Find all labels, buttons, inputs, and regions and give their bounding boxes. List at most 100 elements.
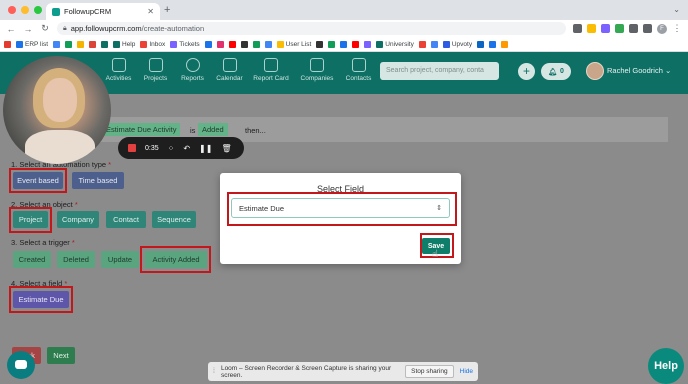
chevron-down-icon: ⌄ [664, 66, 672, 75]
bookmark-tickets[interactable]: Tickets [170, 40, 200, 48]
add-plus-icon[interactable]: + [518, 63, 535, 80]
bookmark-icon[interactable] [316, 40, 324, 48]
summary-is-text: is [190, 126, 196, 135]
chevron-down-icon[interactable]: ⌄ [673, 5, 680, 14]
bookmark-icon[interactable] [418, 40, 426, 48]
bookmark-icon[interactable] [53, 40, 60, 48]
main-nav: Activities Projects Reports Calendar Rep… [100, 58, 377, 82]
upvoty-icon [442, 40, 450, 48]
tab-title: FollowupCRM [64, 7, 112, 16]
bookmarks-bar: ERP list Help Inbox Tickets User List Un… [0, 37, 688, 52]
required-mark: * [71, 238, 75, 247]
nav-reports[interactable]: Reports [174, 58, 211, 82]
contact-button[interactable]: Contact [106, 211, 146, 228]
close-window-button[interactable] [8, 6, 16, 14]
bookmark-label: Help [122, 40, 136, 48]
update-button[interactable]: Update [101, 251, 139, 268]
bookmark-icon[interactable] [364, 40, 372, 48]
pause-icon[interactable]: ❚❚ [199, 144, 212, 153]
event-based-button[interactable]: Event based [13, 172, 63, 189]
nav-projects[interactable]: Projects [137, 58, 174, 82]
activity-added-button[interactable]: Activity Added [145, 251, 207, 268]
bookmark-user-list[interactable]: User List [276, 40, 312, 48]
bookmark-icon[interactable] [264, 40, 272, 48]
bookmark-icon[interactable] [204, 40, 212, 48]
bookmark-icon[interactable] [477, 40, 485, 48]
bookmark-icon[interactable] [228, 40, 236, 48]
deleted-button[interactable]: Deleted [57, 251, 95, 268]
reload-icon[interactable]: ↻ [40, 23, 50, 34]
drag-handle-icon[interactable]: ⁞ [213, 368, 215, 375]
profile-avatar[interactable]: F [657, 23, 667, 34]
loom-recorder-controls: 0:35 ⁘ ↶ ❚❚ 🗑︎ [118, 137, 244, 159]
bookmark-icon[interactable] [352, 40, 360, 48]
bookmark-help[interactable]: Help [113, 40, 136, 48]
bookmark-icon[interactable] [216, 40, 224, 48]
project-button[interactable]: Project [13, 211, 48, 228]
bookmark-university[interactable]: University [376, 40, 414, 48]
bookmark-icon[interactable] [4, 40, 11, 48]
bookmark-icon[interactable] [252, 40, 260, 48]
chat-icon[interactable] [7, 351, 35, 379]
user-menu[interactable]: Rachel Goodrich ⌄ [607, 66, 671, 75]
trash-icon[interactable]: 🗑︎ [221, 144, 231, 153]
bookmark-icon[interactable] [65, 40, 72, 48]
star-icon[interactable] [587, 24, 596, 33]
next-button[interactable]: Next [47, 347, 75, 364]
bookmark-icon[interactable] [430, 40, 438, 48]
time-based-button[interactable]: Time based [72, 172, 124, 189]
bookmark-inbox[interactable]: Inbox [140, 40, 166, 48]
bookmark-label: Inbox [149, 40, 166, 48]
sequence-button[interactable]: Sequence [152, 211, 196, 228]
required-mark: * [108, 160, 112, 169]
nav-activities[interactable]: Activities [100, 58, 137, 82]
address-bar[interactable]: 🔒︎ app.followupcrm.com/create-automation [57, 22, 566, 35]
minimize-window-button[interactable] [21, 6, 29, 14]
nav-calendar[interactable]: Calendar [211, 58, 248, 82]
share-icon[interactable] [573, 24, 582, 33]
extension-icon[interactable] [615, 24, 624, 33]
window-controls[interactable] [8, 6, 42, 14]
bookmark-icon[interactable] [77, 40, 84, 48]
webcam-bubble[interactable] [3, 56, 111, 164]
nav-label: Contacts [345, 75, 372, 82]
sidebar-icon[interactable] [643, 24, 652, 33]
forward-arrow-icon[interactable]: → [23, 24, 33, 34]
hand-cursor-icon: ☝︎ [432, 249, 439, 260]
bookmark-label: User List [285, 40, 312, 48]
puzzle-icon[interactable] [629, 24, 638, 33]
nav-contacts[interactable]: Contacts [340, 58, 377, 82]
bookmark-icon[interactable] [501, 40, 509, 48]
stop-sharing-button[interactable]: Stop sharing [405, 365, 454, 378]
step3-label: 3. Select a trigger * [11, 238, 75, 247]
nav-report-card[interactable]: Report Card [248, 58, 294, 82]
created-button[interactable]: Created [13, 251, 51, 268]
browser-tab[interactable]: FollowupCRM ✕ [46, 3, 160, 20]
undo-icon[interactable]: ↶ [183, 144, 190, 153]
bookmark-icon[interactable] [489, 40, 497, 48]
bookmark-icon[interactable] [89, 40, 96, 48]
maximize-window-button[interactable] [34, 6, 42, 14]
bookmark-icon[interactable] [340, 40, 348, 48]
new-tab-plus-icon[interactable]: + [164, 4, 170, 16]
drawing-tools-icon[interactable]: ⁘ [168, 144, 175, 153]
bookmark-icon[interactable] [240, 40, 248, 48]
kebab-menu-icon[interactable]: ⋮ [672, 23, 682, 34]
company-button[interactable]: Company [57, 211, 99, 228]
notifications-button[interactable]: 🔔︎ 0 [541, 63, 571, 80]
user-avatar[interactable] [586, 62, 604, 80]
bookmark-icon[interactable] [328, 40, 336, 48]
help-button[interactable]: Help [648, 348, 684, 384]
bookmark-erp-list[interactable]: ERP list [16, 40, 48, 48]
bookmark-label: University [385, 40, 414, 48]
bookmark-icon[interactable] [101, 40, 108, 48]
estimate-due-field-button[interactable]: Estimate Due [13, 291, 69, 308]
stop-record-icon[interactable] [128, 144, 136, 152]
bookmark-upvoty[interactable]: Upvoty [442, 40, 472, 48]
nav-companies[interactable]: Companies [294, 58, 340, 82]
hide-link[interactable]: Hide [460, 368, 473, 375]
back-arrow-icon[interactable]: ← [6, 24, 16, 34]
extension-icon[interactable] [601, 24, 610, 33]
search-input[interactable]: Search project, company, conta [380, 62, 499, 80]
close-icon[interactable]: ✕ [147, 7, 154, 16]
